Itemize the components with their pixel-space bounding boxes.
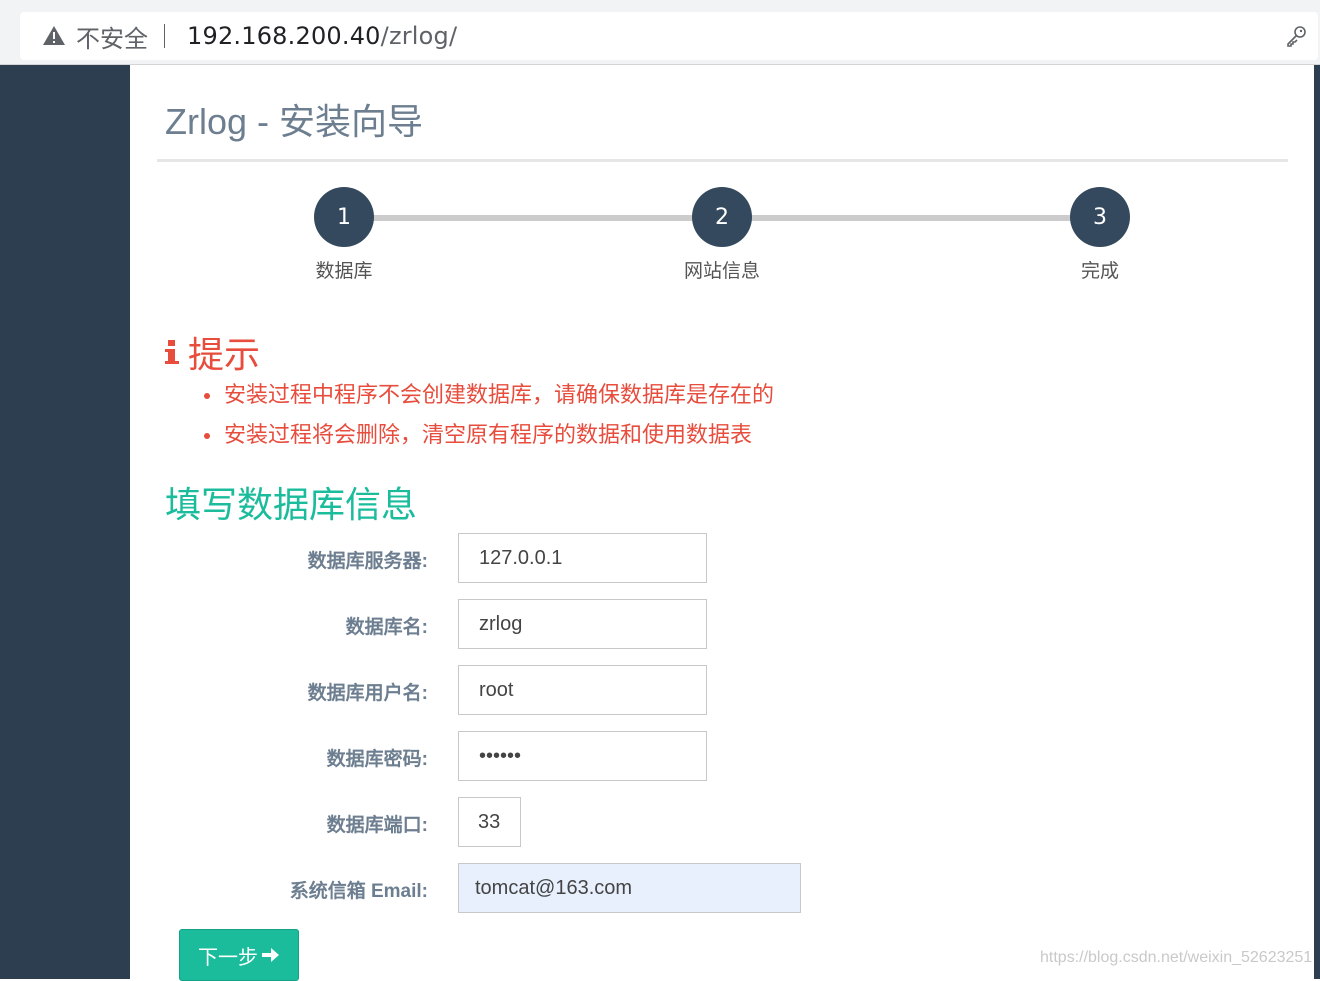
next-step-label: 下一步: [198, 944, 258, 969]
db-name-label: 数据库名:: [345, 617, 428, 638]
db-port-input[interactable]: [458, 797, 521, 847]
step-connector: [750, 215, 1072, 221]
step-3-circle: 3: [1070, 187, 1130, 247]
tip-item: 安装过程中程序不会创建数据库，请确保数据库是存在的: [200, 378, 774, 418]
tip-list: 安装过程中程序不会创建数据库，请确保数据库是存在的 安装过程将会删除，清空原有程…: [200, 378, 774, 458]
step-connector: [372, 215, 694, 221]
db-password-input[interactable]: [458, 731, 707, 781]
key-icon[interactable]: [1284, 24, 1308, 48]
url-host: 192.168.200.40: [187, 22, 381, 50]
step-3-label: 完成: [1080, 260, 1119, 282]
title-divider: [157, 159, 1288, 162]
security-status-label[interactable]: 不安全: [76, 19, 148, 54]
left-sidebar-background: [0, 65, 130, 979]
url-text[interactable]: 192.168.200.40/zrlog/: [187, 22, 457, 50]
right-sidebar-background: [1314, 65, 1320, 979]
address-separator: [164, 24, 165, 48]
browser-toolbar: 不安全 192.168.200.40/zrlog/: [0, 0, 1320, 65]
step-1-circle: 1: [314, 187, 374, 247]
step-2-circle: 2: [692, 187, 752, 247]
step-2-label: 网站信息: [683, 260, 760, 282]
db-user-input[interactable]: [458, 665, 707, 715]
tip-text: 安装过程中程序不会创建数据库，请确保数据库是存在的: [224, 383, 775, 408]
tip-heading: 提示: [164, 326, 260, 378]
arrow-right-icon: [262, 948, 279, 962]
step-1-label: 数据库: [315, 260, 373, 282]
page-title: Zrlog - 安装向导: [165, 101, 424, 142]
warning-icon[interactable]: [42, 24, 66, 48]
email-label: 系统信箱 Email:: [289, 881, 428, 902]
email-input[interactable]: [458, 863, 801, 913]
db-name-input[interactable]: [458, 599, 707, 649]
bullet-icon: [204, 393, 210, 399]
tip-text: 安装过程将会删除，清空原有程序的数据和使用数据表: [224, 423, 753, 448]
url-path: /zrlog/: [380, 22, 458, 50]
bullet-icon: [204, 433, 210, 439]
db-port-label: 数据库端口:: [326, 815, 428, 836]
tip-title: 提示: [188, 335, 261, 376]
info-icon: [164, 336, 180, 368]
address-bar[interactable]: 不安全 192.168.200.40/zrlog/: [20, 12, 1318, 60]
db-section-title: 填写数据库信息: [165, 485, 418, 526]
db-server-input[interactable]: [458, 533, 707, 583]
db-password-label: 数据库密码:: [326, 749, 428, 770]
db-user-label: 数据库用户名:: [307, 683, 428, 704]
next-step-button[interactable]: 下一步: [179, 929, 299, 981]
tip-item: 安装过程将会删除，清空原有程序的数据和使用数据表: [200, 418, 774, 458]
db-server-label: 数据库服务器:: [307, 551, 428, 572]
watermark-text: https://blog.csdn.net/weixin_52623251: [1040, 949, 1313, 966]
